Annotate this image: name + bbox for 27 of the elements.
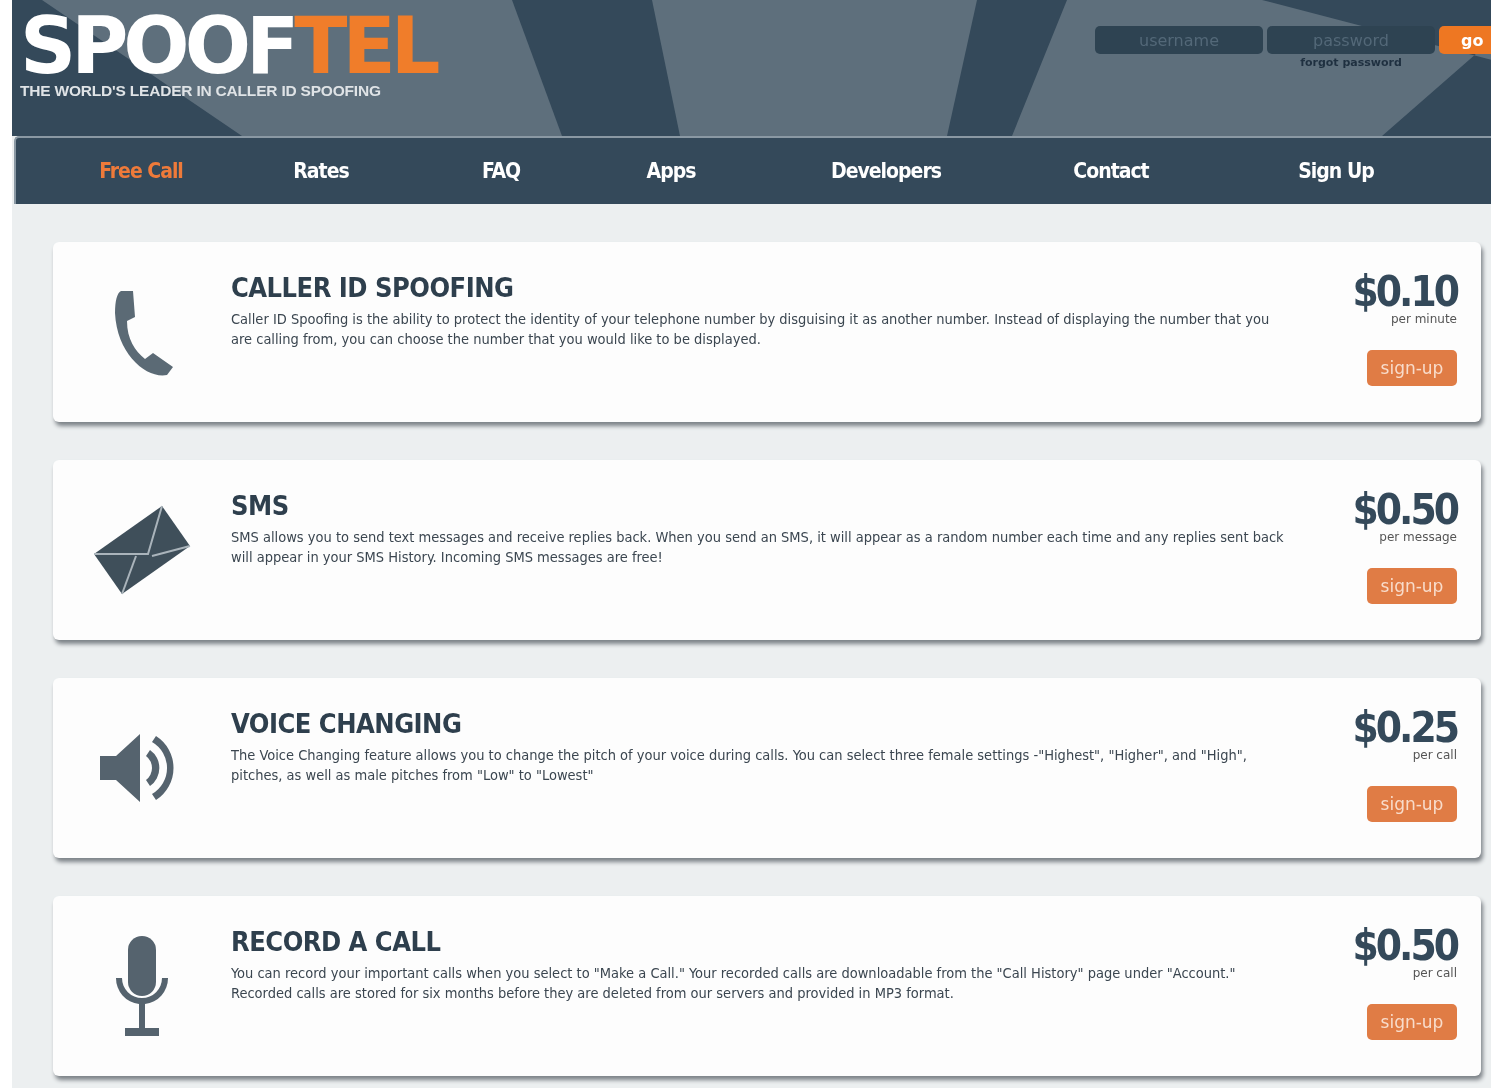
price-unit: per minute	[1390, 312, 1457, 326]
nav-tab[interactable]: Contact	[1006, 159, 1216, 183]
tagline: THE WORLD'S LEADER IN CALLER ID SPOOFING	[20, 82, 381, 100]
service-description: SMS allows you to send text messages and receive replies back. When you send an SMS, it will appear as a random number each time and any replies sent back will appear in your SMS History. Incoming SMS messages are free!	[231, 528, 1285, 567]
price-unit: per message	[1379, 530, 1457, 544]
price-unit: per call	[1412, 748, 1457, 762]
nav-tab[interactable]: FAQ	[426, 159, 576, 183]
nav-tab[interactable]: Apps	[576, 159, 766, 183]
nav-tab[interactable]: Free Call	[66, 159, 216, 183]
price: $0.25	[1352, 706, 1457, 750]
service-title: RECORD A CALL	[231, 926, 442, 957]
service-description: Caller ID Spoofing is the ability to protect the identity of your telephone number by disguising it as another number. Instead of displaying the number that you are calling from, you can choose the number that you would like to be displayed.	[231, 310, 1271, 349]
logo[interactable]: SPOOFTEL	[20, 12, 436, 80]
nav-tab[interactable]: Rates	[216, 159, 426, 183]
service-title: CALLER ID SPOOFING	[231, 272, 515, 303]
service-description: You can record your important calls when you select to "Make a Call." Your recorded calls are downloadable from the "Call History" page under "Account." Recorded calls are stored for six months before they are deleted from our servers and provided in MP3 format.	[231, 964, 1237, 1003]
nav-tab[interactable]: Developers	[766, 159, 1006, 183]
price: $0.10	[1352, 270, 1457, 314]
price: $0.50	[1352, 488, 1457, 532]
nav-tab[interactable]: Sign Up	[1216, 159, 1456, 183]
service-title: VOICE CHANGING	[231, 708, 463, 739]
envelope-icon	[92, 504, 192, 596]
price-unit: per call	[1412, 966, 1457, 980]
go-button[interactable]: go	[1439, 26, 1491, 54]
service-description: The Voice Changing feature allows you to change the pitch of your voice during calls. You can select three female settings -"Highest", "Higher", and "High", pitches, as well as male pitches from "Low" to "Lowest"	[231, 746, 1248, 785]
service-title: SMS	[231, 490, 290, 521]
price: $0.50	[1352, 924, 1457, 968]
